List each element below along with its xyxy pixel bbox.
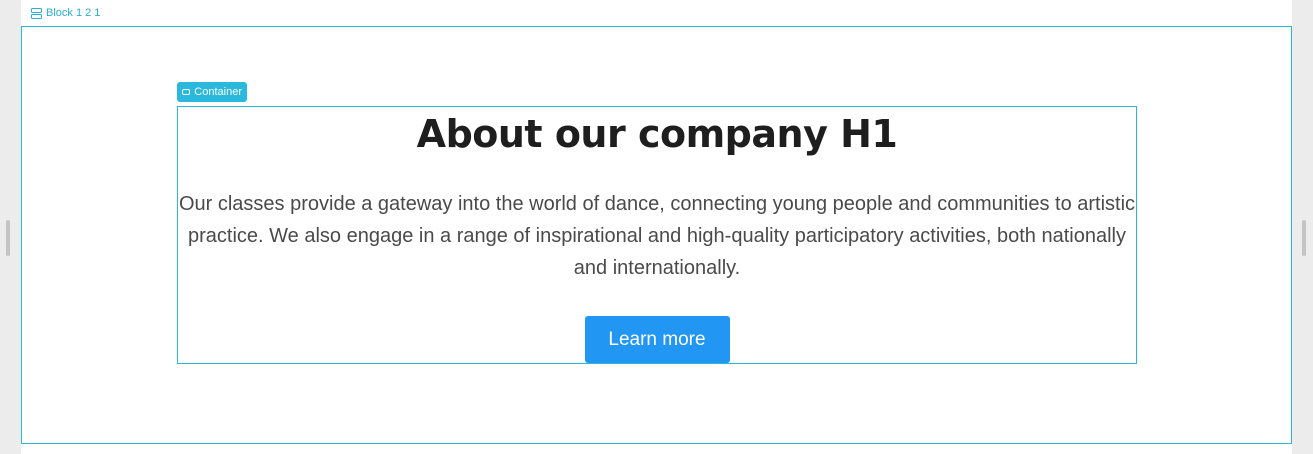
- intro-paragraph: Our classes provide a gateway into the w…: [178, 193, 1136, 279]
- block-label-text: Block 1 2 1: [46, 7, 101, 19]
- container-tag-label: Container: [194, 86, 242, 98]
- block-label[interactable]: Block 1 2 1: [31, 6, 100, 20]
- right-resize-handle[interactable]: [1302, 220, 1306, 256]
- container-tag[interactable]: Container: [177, 82, 247, 102]
- block-icon: [31, 7, 42, 19]
- container-icon: [182, 89, 191, 95]
- left-resize-handle[interactable]: [6, 220, 10, 256]
- learn-more-button[interactable]: Learn more: [584, 316, 730, 363]
- content-container[interactable]: About our company H1 Our classes provide…: [177, 106, 1137, 364]
- page-heading: About our company H1: [416, 112, 898, 156]
